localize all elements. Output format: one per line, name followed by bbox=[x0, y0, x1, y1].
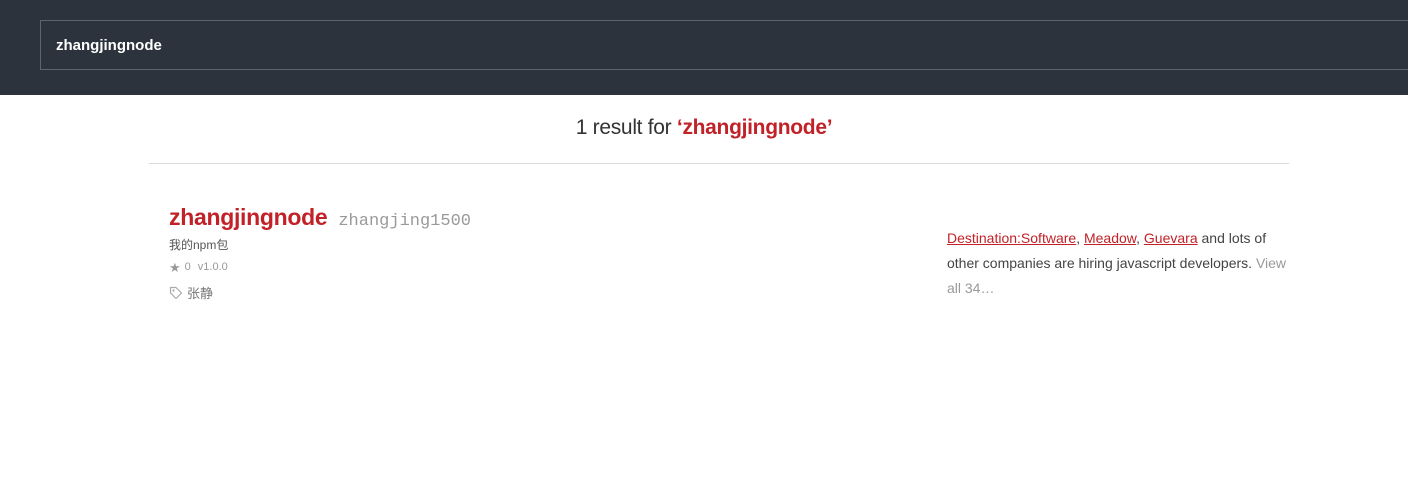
package-description: 我的npm包 bbox=[169, 238, 229, 252]
search-box[interactable] bbox=[40, 20, 1408, 70]
package-meta: ★ 0 v1.0.0 bbox=[169, 260, 869, 274]
package-version: v1.0.0 bbox=[197, 261, 228, 273]
package-name-link[interactable]: zhangjingnode bbox=[169, 204, 328, 231]
top-bar bbox=[0, 0, 1408, 95]
package-author[interactable]: zhangjing1500 bbox=[338, 212, 471, 231]
tag-icon bbox=[169, 286, 183, 299]
jobs-promo: Destination:Software, Meadow, Guevara an… bbox=[947, 226, 1292, 301]
package-stars: 0 bbox=[184, 261, 191, 273]
results-count-text: 1 result for bbox=[575, 116, 677, 139]
job-company-link[interactable]: Guevara bbox=[1144, 230, 1198, 246]
package-keywords: 张静 bbox=[169, 283, 869, 302]
results-query-term: ‘zhangjingnode’ bbox=[676, 116, 833, 139]
search-result-item: zhangjingnode zhangjing1500 我的npm包 ★ 0 v… bbox=[169, 204, 869, 302]
divider bbox=[149, 163, 1289, 164]
job-separator: , bbox=[1136, 230, 1144, 246]
job-separator: , bbox=[1076, 230, 1084, 246]
results-heading: 1 result for ‘zhangjingnode’ bbox=[0, 116, 1408, 140]
job-company-link[interactable]: Meadow bbox=[1084, 230, 1136, 246]
package-header: zhangjingnode zhangjing1500 bbox=[169, 204, 869, 234]
search-input[interactable] bbox=[56, 36, 1356, 54]
package-keyword-link[interactable]: 张静 bbox=[187, 283, 213, 302]
job-company-link[interactable]: Destination:Software bbox=[947, 230, 1076, 246]
star-icon: ★ bbox=[169, 259, 181, 275]
